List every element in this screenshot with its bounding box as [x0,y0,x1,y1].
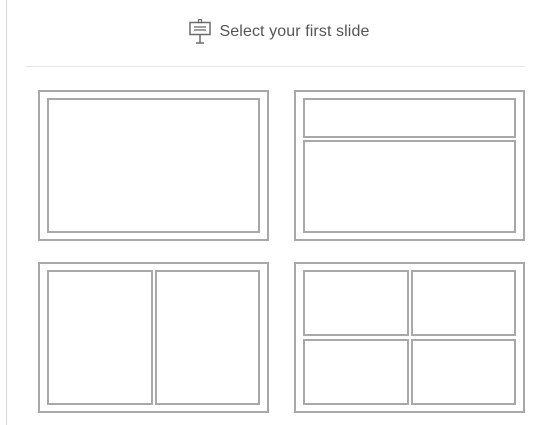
layout-zone-main [47,98,260,233]
layout-four-grid[interactable] [294,262,525,413]
slide-picker-header: Select your first slide [7,0,550,66]
layout-title-and-body[interactable] [294,90,525,241]
layout-zone-bottom-left [303,339,409,405]
layout-zone-title [303,98,516,138]
page-title: Select your first slide [219,23,370,40]
layout-zone-right-column [155,270,260,405]
layout-zone-left-column [47,270,153,405]
layout-zone-top-left [303,270,409,336]
presentation-board-icon [188,18,212,45]
slide-picker-panel: Select your first slide [0,0,550,425]
layout-single-frame[interactable] [38,90,269,241]
layout-zone-top-right [411,270,516,336]
layout-zone-body [303,140,516,233]
layout-zone-bottom-right [411,339,516,405]
header-divider [26,66,525,67]
layout-two-columns[interactable] [38,262,269,413]
